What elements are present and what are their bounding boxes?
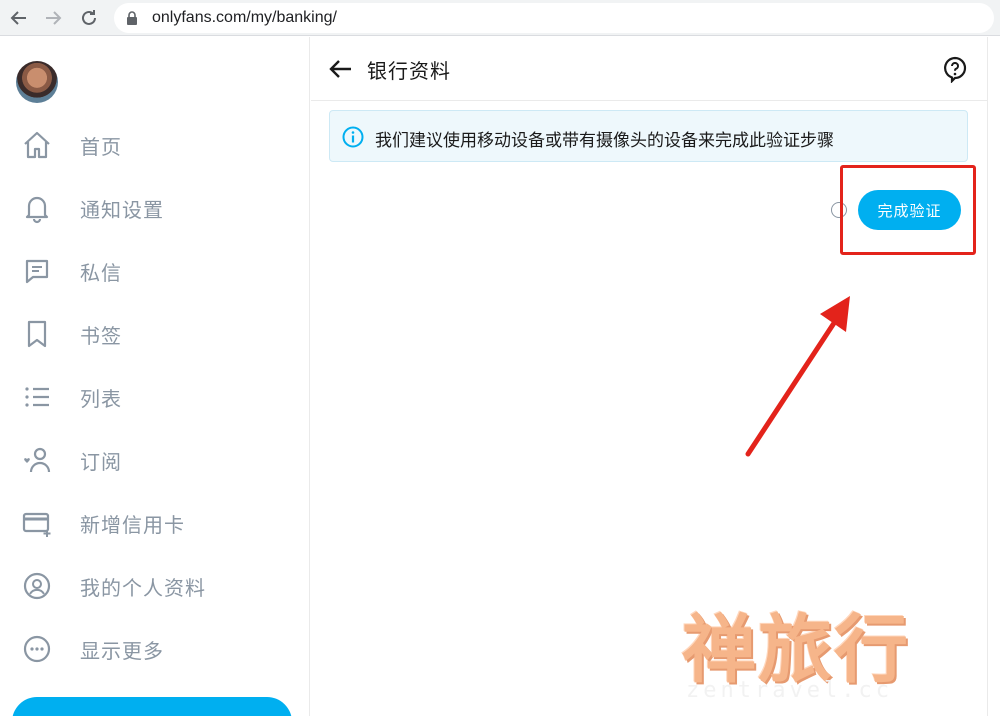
sidebar-item-notifications[interactable]: 通知设置	[20, 186, 300, 230]
url-text: onlyfans.com/my/banking/	[152, 9, 337, 26]
address-bar[interactable]: onlyfans.com/my/banking/	[114, 3, 994, 33]
add-card-icon	[20, 506, 54, 540]
page-header: 银行资料	[311, 37, 988, 101]
sidebar-item-label: 新增信用卡	[80, 512, 185, 537]
sidebar-item-home[interactable]: 首页	[20, 123, 300, 167]
sidebar-item-label: 显示更多	[80, 638, 164, 663]
complete-verification-button[interactable]: 完成验证	[858, 190, 961, 230]
home-icon	[20, 128, 54, 162]
help-icon	[944, 56, 967, 84]
sidebar-item-more[interactable]: 显示更多	[20, 627, 300, 671]
arrow-right-icon	[46, 11, 62, 25]
sidebar-item-label: 私信	[80, 260, 122, 285]
arrow-left-icon	[329, 60, 351, 78]
sidebar-item-bookmarks[interactable]: 书签	[20, 312, 300, 356]
message-icon	[20, 254, 54, 288]
help-button[interactable]	[941, 55, 969, 84]
sidebar-item-label: 我的个人资料	[80, 575, 206, 600]
browser-reload-button[interactable]	[76, 5, 102, 31]
page-title: 银行资料	[367, 59, 451, 83]
bookmark-icon	[20, 317, 54, 351]
info-icon	[342, 126, 364, 148]
profile-icon	[20, 569, 54, 603]
browser-back-button[interactable]	[6, 5, 32, 31]
sidebar-item-label: 通知设置	[80, 197, 164, 222]
sidebar-item-subscriptions[interactable]: 订阅	[20, 438, 300, 482]
sidebar: 首页 通知设置 私信 书签 列表 订阅 新增信用卡 我的个人资料 显示更多	[0, 37, 310, 716]
status-circle-icon	[831, 202, 847, 218]
back-button[interactable]	[327, 55, 355, 83]
sidebar-item-label: 列表	[80, 386, 122, 411]
annotation-arrow-icon	[745, 296, 850, 457]
more-icon	[20, 632, 54, 666]
sidebar-item-lists[interactable]: 列表	[20, 375, 300, 419]
info-banner: 我们建议使用移动设备或带有摄像头的设备来完成此验证步骤	[329, 110, 968, 162]
info-text: 我们建议使用移动设备或带有摄像头的设备来完成此验证步骤	[375, 131, 834, 151]
sidebar-item-add-card[interactable]: 新增信用卡	[20, 501, 300, 545]
list-icon	[20, 380, 54, 414]
avatar[interactable]	[16, 61, 58, 103]
sidebar-item-messages[interactable]: 私信	[20, 249, 300, 293]
watermark-logo: 禅旅行	[682, 590, 982, 693]
browser-toolbar: onlyfans.com/my/banking/	[0, 0, 1000, 36]
browser-forward-button[interactable]	[40, 5, 66, 31]
reload-icon	[82, 10, 96, 25]
subscriptions-icon	[20, 443, 54, 477]
lock-icon	[127, 11, 137, 25]
watermark-url: zentravel.cc	[686, 678, 893, 703]
sidebar-item-profile[interactable]: 我的个人资料	[20, 564, 300, 608]
sidebar-item-label: 订阅	[80, 449, 122, 474]
arrow-left-icon	[10, 11, 26, 25]
bell-icon	[20, 191, 54, 225]
sidebar-item-label: 首页	[80, 134, 122, 159]
new-post-button[interactable]	[12, 697, 292, 716]
sidebar-item-label: 书签	[80, 323, 122, 348]
